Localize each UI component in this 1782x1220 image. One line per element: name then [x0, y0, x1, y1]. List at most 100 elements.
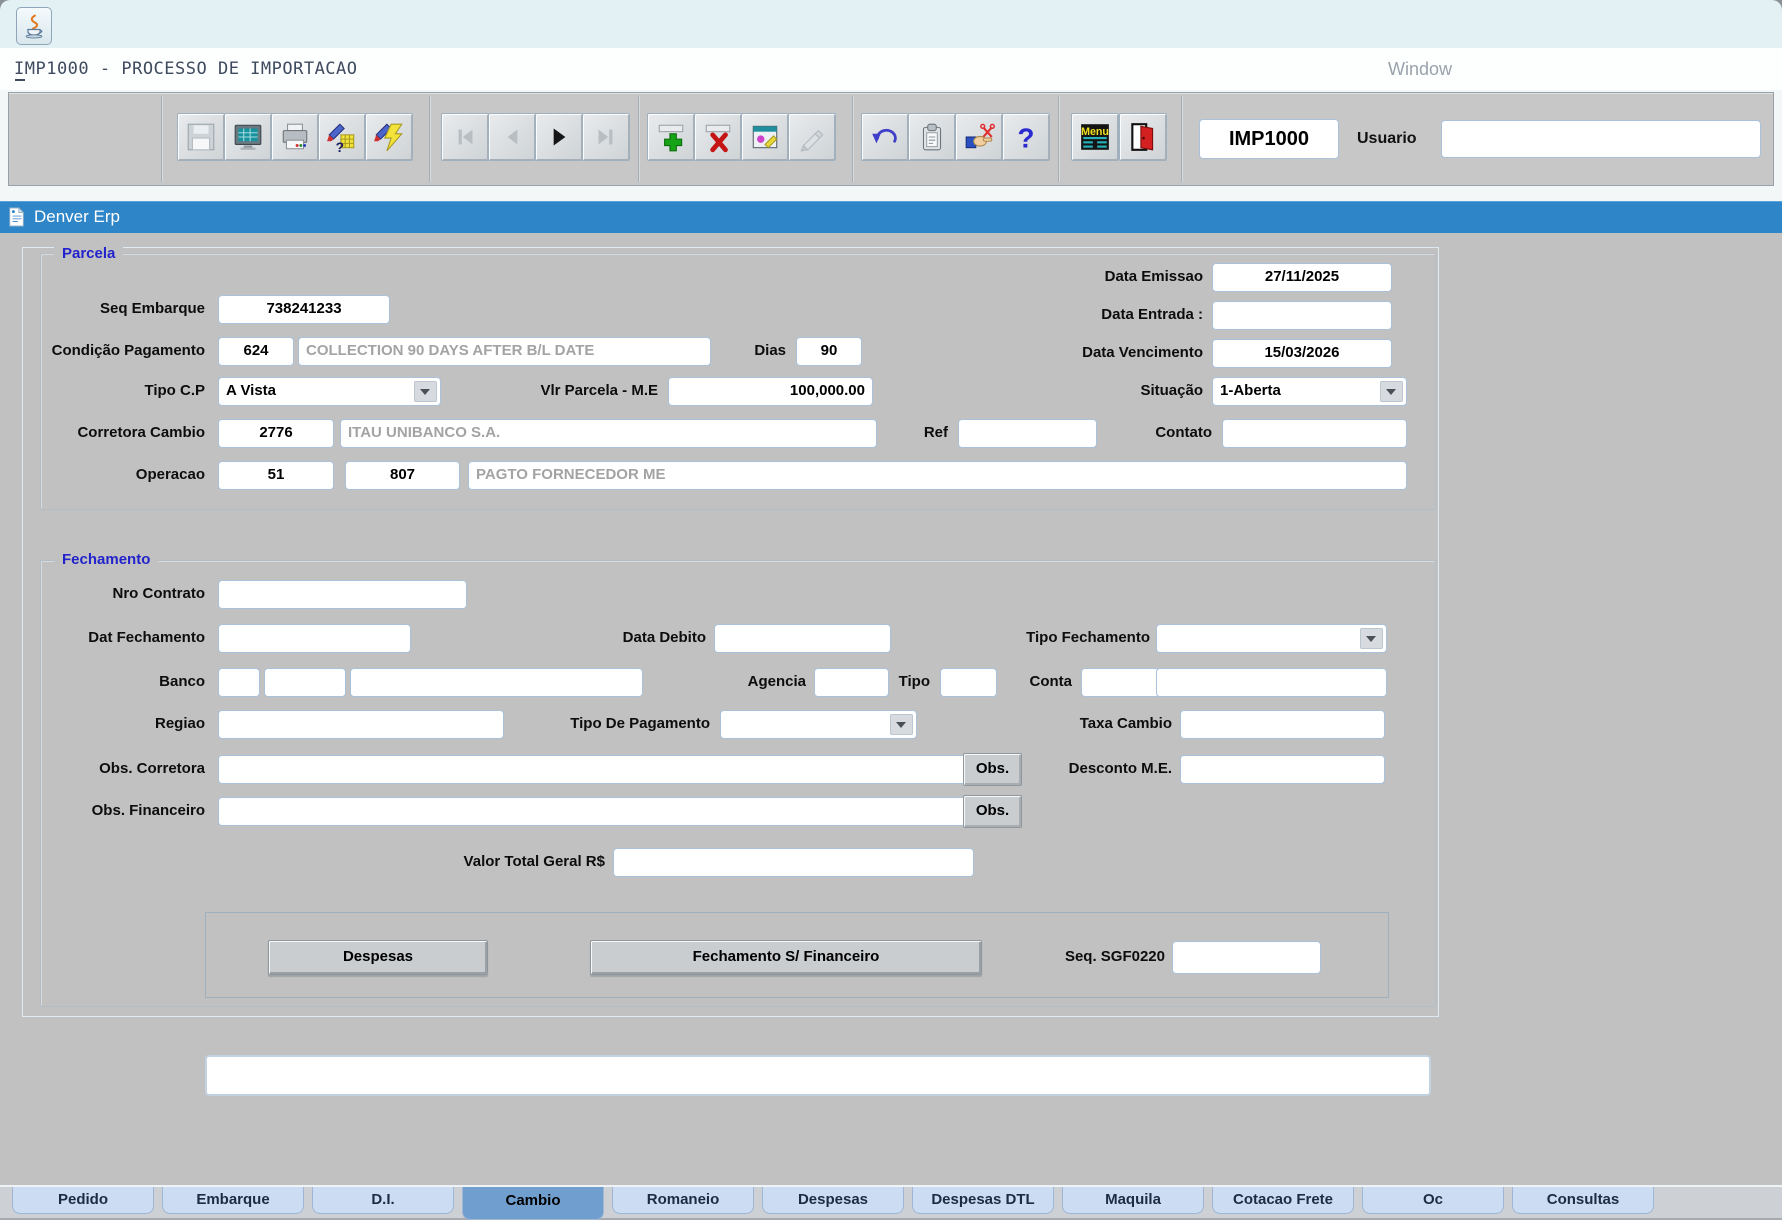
nav-next-button[interactable]	[535, 113, 583, 161]
help-button[interactable]: ?	[1002, 113, 1050, 161]
query-window-button[interactable]	[741, 113, 789, 161]
java-icon[interactable]	[16, 7, 52, 45]
form-code-field: IMP1000	[1199, 119, 1339, 159]
situacao-label: Situação	[1000, 377, 1203, 404]
tab-pedido[interactable]: Pedido	[12, 1187, 154, 1214]
parcela-legend: Parcela	[54, 245, 123, 263]
tipo-field[interactable]	[940, 668, 997, 697]
ref-field[interactable]	[958, 419, 1097, 448]
tab-cotacao-frete[interactable]: Cotacao Frete	[1212, 1187, 1354, 1214]
nav-prev-button[interactable]	[488, 113, 536, 161]
operacao-code2-field[interactable]: 807	[345, 461, 460, 490]
tab-maquila[interactable]: Maquila	[1062, 1187, 1204, 1214]
dias-field[interactable]: 90	[796, 337, 862, 366]
commit-key-button[interactable]	[955, 113, 1003, 161]
chevron-down-icon[interactable]	[414, 381, 437, 402]
display-icon	[232, 121, 264, 153]
tab-oc[interactable]: Oc	[1362, 1187, 1504, 1214]
condicao-pagamento-code-field[interactable]: 624	[218, 337, 294, 366]
chevron-down-icon[interactable]	[890, 714, 913, 735]
fechamento-financeiro-button[interactable]: Fechamento S/ Financeiro	[590, 940, 982, 975]
inner-window-title: Denver Erp	[34, 207, 120, 227]
dat-fechamento-field[interactable]	[218, 624, 411, 653]
regiao-field[interactable]	[218, 710, 504, 739]
tab-consultas[interactable]: Consultas	[1512, 1187, 1654, 1214]
clipboard-icon	[916, 121, 948, 153]
nav-next-icon	[543, 121, 575, 153]
menu-form-title[interactable]: IMP1000 - PROCESSO DE IMPORTACAO	[14, 48, 358, 90]
chevron-down-icon[interactable]	[1380, 381, 1403, 402]
save-button[interactable]	[177, 113, 225, 161]
data-emissao-field[interactable]: 27/11/2025	[1212, 263, 1392, 292]
chevron-down-icon[interactable]	[1360, 628, 1383, 649]
tab-embarque[interactable]: Embarque	[162, 1187, 304, 1214]
tab-despesas[interactable]: Despesas	[762, 1187, 904, 1214]
enter-query-button[interactable]: ?	[318, 113, 366, 161]
data-emissao-label: Data Emissao	[1000, 263, 1203, 290]
menu-window[interactable]: Window	[1388, 48, 1452, 90]
contato-field[interactable]	[1222, 419, 1407, 448]
display-button[interactable]	[224, 113, 272, 161]
seq-embarque-field[interactable]: 738241233	[218, 295, 390, 324]
toolbar: ?	[8, 92, 1774, 186]
vlr-parcela-field[interactable]: 100,000.00	[668, 377, 873, 406]
corretora-cambio-desc-field: ITAU UNIBANCO S.A.	[340, 419, 877, 448]
tab-despesas-dtl[interactable]: Despesas DTL	[912, 1187, 1054, 1214]
tipo-cp-dropdown[interactable]: A Vista	[218, 377, 441, 406]
nav-first-button[interactable]	[441, 113, 489, 161]
tab-d-i-[interactable]: D.I.	[312, 1187, 454, 1214]
data-vencimento-field[interactable]: 15/03/2026	[1212, 339, 1392, 368]
nro-contrato-field[interactable]	[218, 580, 467, 609]
print-button[interactable]	[271, 113, 319, 161]
menu-button[interactable]: Menu	[1071, 113, 1119, 161]
tipo-pagamento-dropdown[interactable]	[720, 710, 917, 739]
edit-icon	[796, 121, 828, 153]
obs-financeiro-field[interactable]	[218, 797, 967, 826]
nav-last-button[interactable]	[582, 113, 630, 161]
banco-name-field[interactable]	[350, 668, 643, 697]
execute-query-button[interactable]	[365, 113, 413, 161]
obs-financeiro-label: Obs. Financeiro	[20, 797, 205, 824]
desconto-me-field[interactable]	[1180, 755, 1385, 784]
undo-button[interactable]	[861, 113, 909, 161]
toolbar-separator	[852, 96, 854, 182]
seq-sgf-label: Seq. SGF0220	[1025, 943, 1165, 970]
situacao-dropdown[interactable]: 1-Aberta	[1212, 377, 1407, 406]
insert-record-button[interactable]	[647, 113, 695, 161]
usuario-input[interactable]	[1441, 120, 1761, 158]
vlr-parcela-label: Vlr Parcela - M.E	[480, 377, 658, 404]
obs-corretora-button[interactable]: Obs.	[963, 753, 1022, 786]
operacao-code1-field[interactable]: 51	[218, 461, 334, 490]
ref-label: Ref	[880, 419, 948, 446]
conta-number-field[interactable]	[1156, 668, 1387, 697]
obs-financeiro-button[interactable]: Obs.	[963, 795, 1022, 828]
clipboard-button[interactable]	[908, 113, 956, 161]
corretora-cambio-code-field[interactable]: 2776	[218, 419, 334, 448]
java-coffee-icon	[21, 12, 47, 40]
taxa-cambio-field[interactable]	[1180, 710, 1385, 739]
tipo-fechamento-dropdown[interactable]	[1156, 624, 1387, 653]
toolbar-separator	[1181, 96, 1183, 182]
conta-code-field[interactable]	[1081, 668, 1160, 697]
exit-button[interactable]	[1119, 113, 1167, 161]
data-debito-field[interactable]	[714, 624, 891, 653]
hand-scissors-icon	[963, 121, 995, 153]
obs-corretora-label: Obs. Corretora	[20, 755, 205, 782]
menu-bar: IMP1000 - PROCESSO DE IMPORTACAO Window	[0, 48, 1782, 91]
execute-query-icon	[373, 121, 405, 153]
seq-sgf-field[interactable]	[1172, 941, 1321, 974]
despesas-button[interactable]: Despesas	[268, 940, 488, 975]
banco-code2-field[interactable]	[264, 668, 346, 697]
tab-cambio[interactable]: Cambio	[462, 1187, 604, 1220]
obs-corretora-field[interactable]	[218, 755, 967, 784]
message-bar	[205, 1055, 1431, 1096]
delete-record-button[interactable]	[694, 113, 742, 161]
tab-romaneio[interactable]: Romaneio	[612, 1187, 754, 1214]
condicao-pagamento-label: Condição Pagamento	[20, 337, 205, 364]
valor-total-field[interactable]	[613, 848, 974, 877]
banco-code1-field[interactable]	[218, 668, 260, 697]
corretora-cambio-label: Corretora Cambio	[20, 419, 205, 446]
data-entrada-field[interactable]	[1212, 301, 1392, 330]
window-titlebar	[0, 0, 1782, 49]
edit-button[interactable]	[788, 113, 836, 161]
